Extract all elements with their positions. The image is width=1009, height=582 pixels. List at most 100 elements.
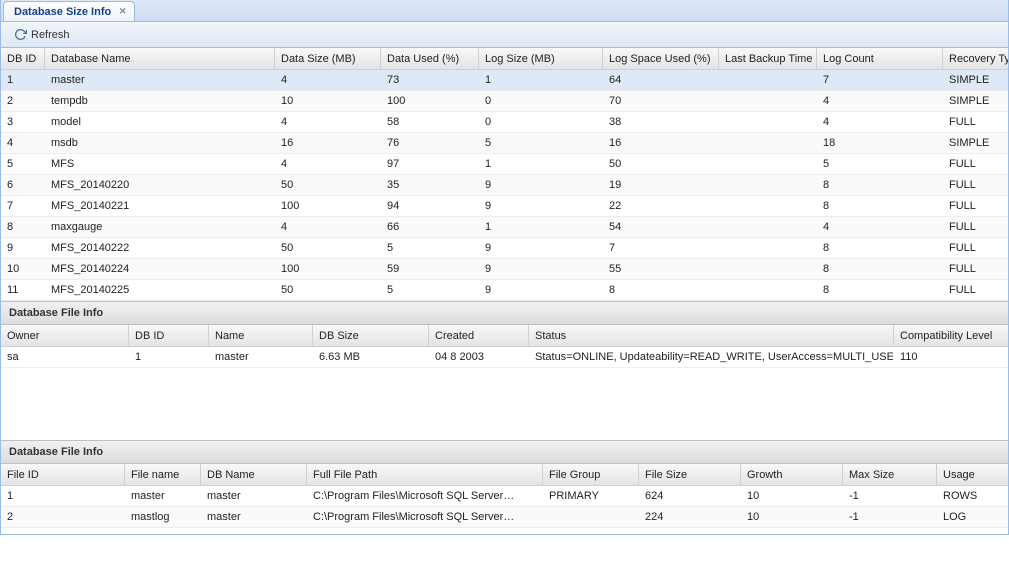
col-header[interactable]: DB ID <box>129 325 209 346</box>
table-cell: MFS <box>45 154 275 174</box>
table-cell: 50 <box>275 175 381 195</box>
panel-b-header: Database File Info <box>1 301 1008 325</box>
table-cell: 4 <box>817 112 943 132</box>
col-header[interactable]: Log Size (MB) <box>479 48 603 69</box>
panel-b-title: Database File Info <box>9 307 103 319</box>
col-header[interactable]: Usage <box>937 464 1008 485</box>
col-header[interactable]: Created <box>429 325 529 346</box>
refresh-label: Refresh <box>31 29 70 41</box>
table-row[interactable]: 4msdb167651618SIMPLE <box>1 133 1008 154</box>
table-cell: FULL <box>943 238 1008 258</box>
table-cell: 8 <box>817 280 943 300</box>
table-cell: 1 <box>479 70 603 90</box>
table-cell: FULL <box>943 217 1008 237</box>
table-cell: 1 <box>1 486 125 506</box>
table-cell: 5 <box>381 280 479 300</box>
panel-c-title: Database File Info <box>9 446 103 458</box>
table-cell: 04 8 2003 <box>429 347 529 367</box>
table-cell: MFS_20140220 <box>45 175 275 195</box>
table-cell: 94 <box>381 196 479 216</box>
col-header[interactable]: Growth <box>741 464 843 485</box>
col-header[interactable]: Data Size (MB) <box>275 48 381 69</box>
panel-c-header: Database File Info <box>1 440 1008 464</box>
table-cell: FULL <box>943 154 1008 174</box>
col-header[interactable]: Max Size <box>843 464 937 485</box>
table-row[interactable]: 8maxgauge4661544FULL <box>1 217 1008 238</box>
col-header[interactable]: File Size <box>639 464 741 485</box>
table-cell <box>719 217 817 237</box>
table-row[interactable]: 3model4580384FULL <box>1 112 1008 133</box>
table-row[interactable]: 1mastermasterC:\Program Files\Microsoft … <box>1 486 1008 507</box>
grid-b-headers: Owner DB ID Name DB Size Created Status … <box>1 325 1008 347</box>
table-row[interactable]: 11MFS_20140225505988FULL <box>1 280 1008 301</box>
col-header[interactable]: File Group <box>543 464 639 485</box>
table-cell: master <box>209 347 313 367</box>
table-cell: MFS_20140222 <box>45 238 275 258</box>
table-cell: 5 <box>817 154 943 174</box>
table-cell: 8 <box>603 280 719 300</box>
table-cell: 6 <box>1 175 45 195</box>
table-cell: 50 <box>275 280 381 300</box>
grid-c-headers: File ID File name DB Name Full File Path… <box>1 464 1008 486</box>
close-icon[interactable]: ✕ <box>117 6 128 17</box>
tab-database-size-info[interactable]: Database Size Info ✕ <box>3 1 135 21</box>
refresh-button[interactable]: Refresh <box>7 25 76 45</box>
col-header[interactable]: Compatibility Level <box>894 325 1008 346</box>
col-header[interactable]: File name <box>125 464 201 485</box>
col-header[interactable]: DB Size <box>313 325 429 346</box>
col-header[interactable]: DB Name <box>201 464 307 485</box>
table-row[interactable]: 2tempdb101000704SIMPLE <box>1 91 1008 112</box>
table-row[interactable]: 7MFS_20140221100949228FULL <box>1 196 1008 217</box>
table-cell: 70 <box>603 91 719 111</box>
col-header[interactable]: Name <box>209 325 313 346</box>
table-row[interactable]: 6MFS_2014022050359198FULL <box>1 175 1008 196</box>
table-cell: 18 <box>817 133 943 153</box>
table-cell: 4 <box>817 217 943 237</box>
table-cell: 9 <box>1 238 45 258</box>
table-cell: msdb <box>45 133 275 153</box>
col-header[interactable]: Log Space Used (%) <box>603 48 719 69</box>
table-cell: 10 <box>741 507 843 527</box>
table-cell: 624 <box>639 486 741 506</box>
col-header[interactable]: Data Used (%) <box>381 48 479 69</box>
table-row[interactable]: 1master4731647SIMPLE <box>1 70 1008 91</box>
table-cell: LOG <box>937 507 1008 527</box>
table-cell: 59 <box>381 259 479 279</box>
col-header[interactable]: File ID <box>1 464 125 485</box>
col-header[interactable]: DB ID <box>1 48 45 69</box>
table-cell: 76 <box>381 133 479 153</box>
table-cell: 55 <box>603 259 719 279</box>
table-cell <box>719 259 817 279</box>
table-row[interactable]: 10MFS_20140224100599558FULL <box>1 259 1008 280</box>
table-cell: 9 <box>479 238 603 258</box>
table-row[interactable]: 5MFS4971505FULL <box>1 154 1008 175</box>
col-header[interactable]: Database Name <box>45 48 275 69</box>
col-header[interactable]: Full File Path <box>307 464 543 485</box>
table-cell: MFS_20140225 <box>45 280 275 300</box>
table-row[interactable]: 2mastlogmasterC:\Program Files\Microsoft… <box>1 507 1008 528</box>
table-cell: 50 <box>275 238 381 258</box>
refresh-icon <box>13 28 27 42</box>
table-row[interactable]: sa1master6.63 MB04 8 2003Status=ONLINE, … <box>1 347 1008 368</box>
col-header[interactable]: Log Count <box>817 48 943 69</box>
tab-label: Database Size Info <box>14 6 111 18</box>
table-row[interactable]: 9MFS_20140222505978FULL <box>1 238 1008 259</box>
table-cell: 5 <box>479 133 603 153</box>
col-header[interactable]: Last Backup Time <box>719 48 817 69</box>
table-cell <box>719 154 817 174</box>
table-cell: 1 <box>1 70 45 90</box>
table-cell: SIMPLE <box>943 70 1008 90</box>
table-cell: 97 <box>381 154 479 174</box>
table-cell: 7 <box>603 238 719 258</box>
table-cell <box>719 112 817 132</box>
col-header[interactable]: Recovery Type <box>943 48 1008 69</box>
table-cell: 100 <box>275 259 381 279</box>
table-cell: 58 <box>381 112 479 132</box>
col-header[interactable]: Status <box>529 325 894 346</box>
table-cell: 1 <box>479 217 603 237</box>
table-cell: 35 <box>381 175 479 195</box>
table-cell: 66 <box>381 217 479 237</box>
table-cell: 73 <box>381 70 479 90</box>
table-cell: FULL <box>943 196 1008 216</box>
col-header[interactable]: Owner <box>1 325 129 346</box>
